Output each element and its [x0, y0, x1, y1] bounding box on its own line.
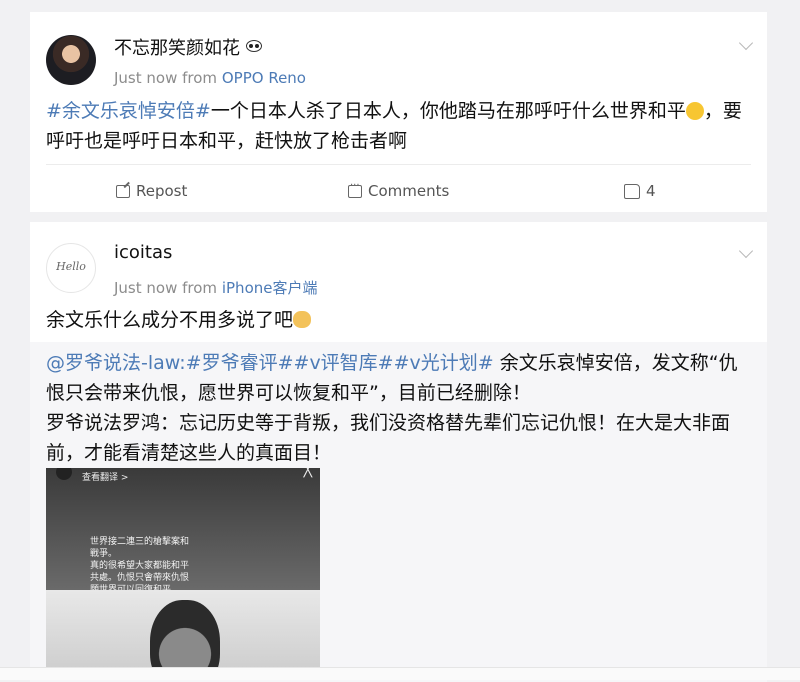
post-card-2: Hello icoitas Just now from iPhone客户端 余文… [30, 222, 767, 682]
post-source[interactable]: iPhone客户端 [222, 279, 318, 297]
repost-text: @罗爷说法-law:#罗爷睿评##v评智库##v光计划# 余文乐哀悼安倍，发文称… [46, 352, 738, 464]
bottom-bar [0, 667, 800, 680]
post-text: #余文乐哀悼安倍#一个日本人杀了日本人，你他踏马在那呼吁什么世界和平 ，要呼吁也是… [46, 100, 742, 152]
image-text-line: 真的很希望大家都能和平 [90, 561, 190, 571]
post-text: 余文乐什么成分不用多说了吧 [46, 305, 747, 335]
profile-dot-icon [56, 468, 72, 480]
comment-icon [348, 180, 362, 198]
image-text-line: 戰爭。 [90, 549, 118, 559]
avatar[interactable]: Hello [46, 243, 96, 293]
cat-emoji-icon [293, 311, 312, 328]
chevron-down-icon[interactable] [738, 243, 754, 259]
avatar[interactable] [46, 35, 96, 85]
post-meta: Just now from iPhone客户端 [114, 279, 318, 297]
post-source[interactable]: OPPO Reno [222, 69, 306, 87]
username[interactable]: icoitas [114, 242, 172, 263]
portrait-photo [150, 600, 220, 668]
like-count: 4 [646, 182, 656, 200]
like-button[interactable]: 4 [624, 182, 656, 200]
username[interactable]: 不忘那笑颜如花 [114, 34, 262, 60]
post-time: Just now [114, 69, 178, 87]
image-text-line: 共處。仇恨只會帶來仇恨 [90, 573, 190, 583]
post-meta: Just now from OPPO Reno [114, 69, 306, 87]
image-header: 查看翻译 > [82, 473, 129, 483]
divider [46, 164, 751, 165]
image-text-line: 世界接二連三的槍擊案和 [90, 537, 190, 547]
smirk-emoji-icon [685, 102, 704, 120]
repost-button[interactable]: Repost [116, 182, 187, 200]
repost-author-tags[interactable]: @罗爷说法-law:#罗爷睿评##v评智库##v光计划# [46, 352, 494, 374]
thumbs-up-icon [624, 183, 640, 199]
repost-image[interactable]: 查看翻译 > ╳ 世界接二連三的槍擊案和 戰爭。 真的很希望大家都能和平 共處。… [46, 468, 320, 668]
close-icon: ╳ [303, 468, 312, 478]
repost-comment: 罗爷说法罗鸿：忘记历史等于背叛，我们没资格替先辈们忘记仇恨！在大是大非面前，才能… [46, 412, 731, 464]
chevron-down-icon[interactable] [738, 35, 754, 51]
comments-button[interactable]: Comments [348, 180, 449, 200]
post-card-1: 不忘那笑颜如花 Just now from OPPO Reno #余文乐哀悼安倍… [30, 12, 767, 212]
panda-emoji-icon [245, 40, 262, 52]
hashtag-link[interactable]: #余文乐哀悼安倍# [46, 100, 211, 122]
post-time: Just now [114, 279, 178, 297]
repost-icon [116, 184, 130, 198]
reposted-content[interactable]: @罗爷说法-law:#罗爷睿评##v评智库##v光计划# 余文乐哀悼安倍，发文称… [30, 342, 767, 682]
